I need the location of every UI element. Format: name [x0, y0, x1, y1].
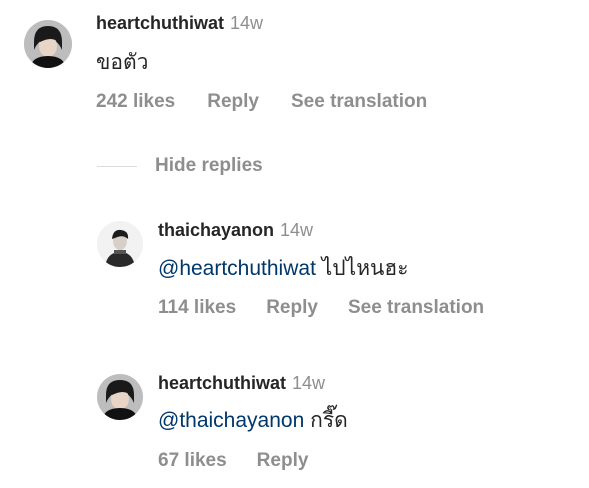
comment-reply-2: heartchuthiwat 14w @thaichayanon กรี๊ด 67…	[0, 360, 589, 488]
avatar-heartchuthiwat[interactable]	[24, 20, 72, 68]
hide-replies-button[interactable]: Hide replies	[155, 155, 263, 177]
comment-text-content: กรี๊ด	[310, 409, 348, 432]
user-avatar-icon	[24, 20, 72, 68]
likes-count[interactable]: 114 likes	[158, 297, 236, 318]
comment-text: @thaichayanon กรี๊ด	[158, 408, 348, 434]
user-avatar-icon	[97, 221, 143, 267]
likes-count[interactable]: 242 likes	[96, 91, 175, 112]
reply-button[interactable]: Reply	[266, 297, 318, 318]
username[interactable]: thaichayanon	[158, 220, 274, 240]
comment-actions: 114 likes Reply See translation	[158, 297, 484, 319]
avatar-thaichayanon[interactable]	[97, 221, 143, 267]
likes-count[interactable]: 67 likes	[158, 450, 227, 471]
see-translation-button[interactable]: See translation	[291, 91, 427, 112]
mention-link[interactable]: @heartchuthiwat	[158, 257, 316, 280]
comment-header: thaichayanon 14w	[158, 219, 313, 241]
timestamp[interactable]: 14w	[292, 373, 325, 393]
avatar-heartchuthiwat[interactable]	[97, 374, 143, 420]
timestamp[interactable]: 14w	[230, 13, 263, 33]
comment-text: ขอตัว	[96, 50, 148, 76]
comment-text: @heartchuthiwat ไปไหนฮะ	[158, 256, 409, 282]
comment-main: heartchuthiwat 14w ขอตัว 242 likes Reply Se…	[0, 0, 589, 130]
comment-reply-1: thaichayanon 14w @heartchuthiwat ไปไหนฮะ …	[0, 200, 589, 330]
username[interactable]: heartchuthiwat	[158, 373, 286, 393]
timestamp[interactable]: 14w	[280, 220, 313, 240]
user-avatar-icon	[97, 374, 143, 420]
see-translation-button[interactable]: See translation	[348, 297, 484, 318]
comment-text-content: ไปไหนฮะ	[321, 257, 409, 280]
comment-header: heartchuthiwat 14w	[158, 372, 325, 394]
username[interactable]: heartchuthiwat	[96, 13, 224, 33]
comment-text-content: ขอตัว	[96, 51, 149, 74]
comment-actions: 67 likes Reply	[158, 450, 308, 472]
comment-actions: 242 likes Reply See translation	[96, 91, 427, 113]
comment-header: heartchuthiwat 14w	[96, 12, 263, 34]
hide-replies-divider	[97, 166, 137, 167]
mention-link[interactable]: @thaichayanon	[158, 409, 304, 432]
reply-button[interactable]: Reply	[207, 91, 259, 112]
reply-button[interactable]: Reply	[257, 450, 309, 471]
